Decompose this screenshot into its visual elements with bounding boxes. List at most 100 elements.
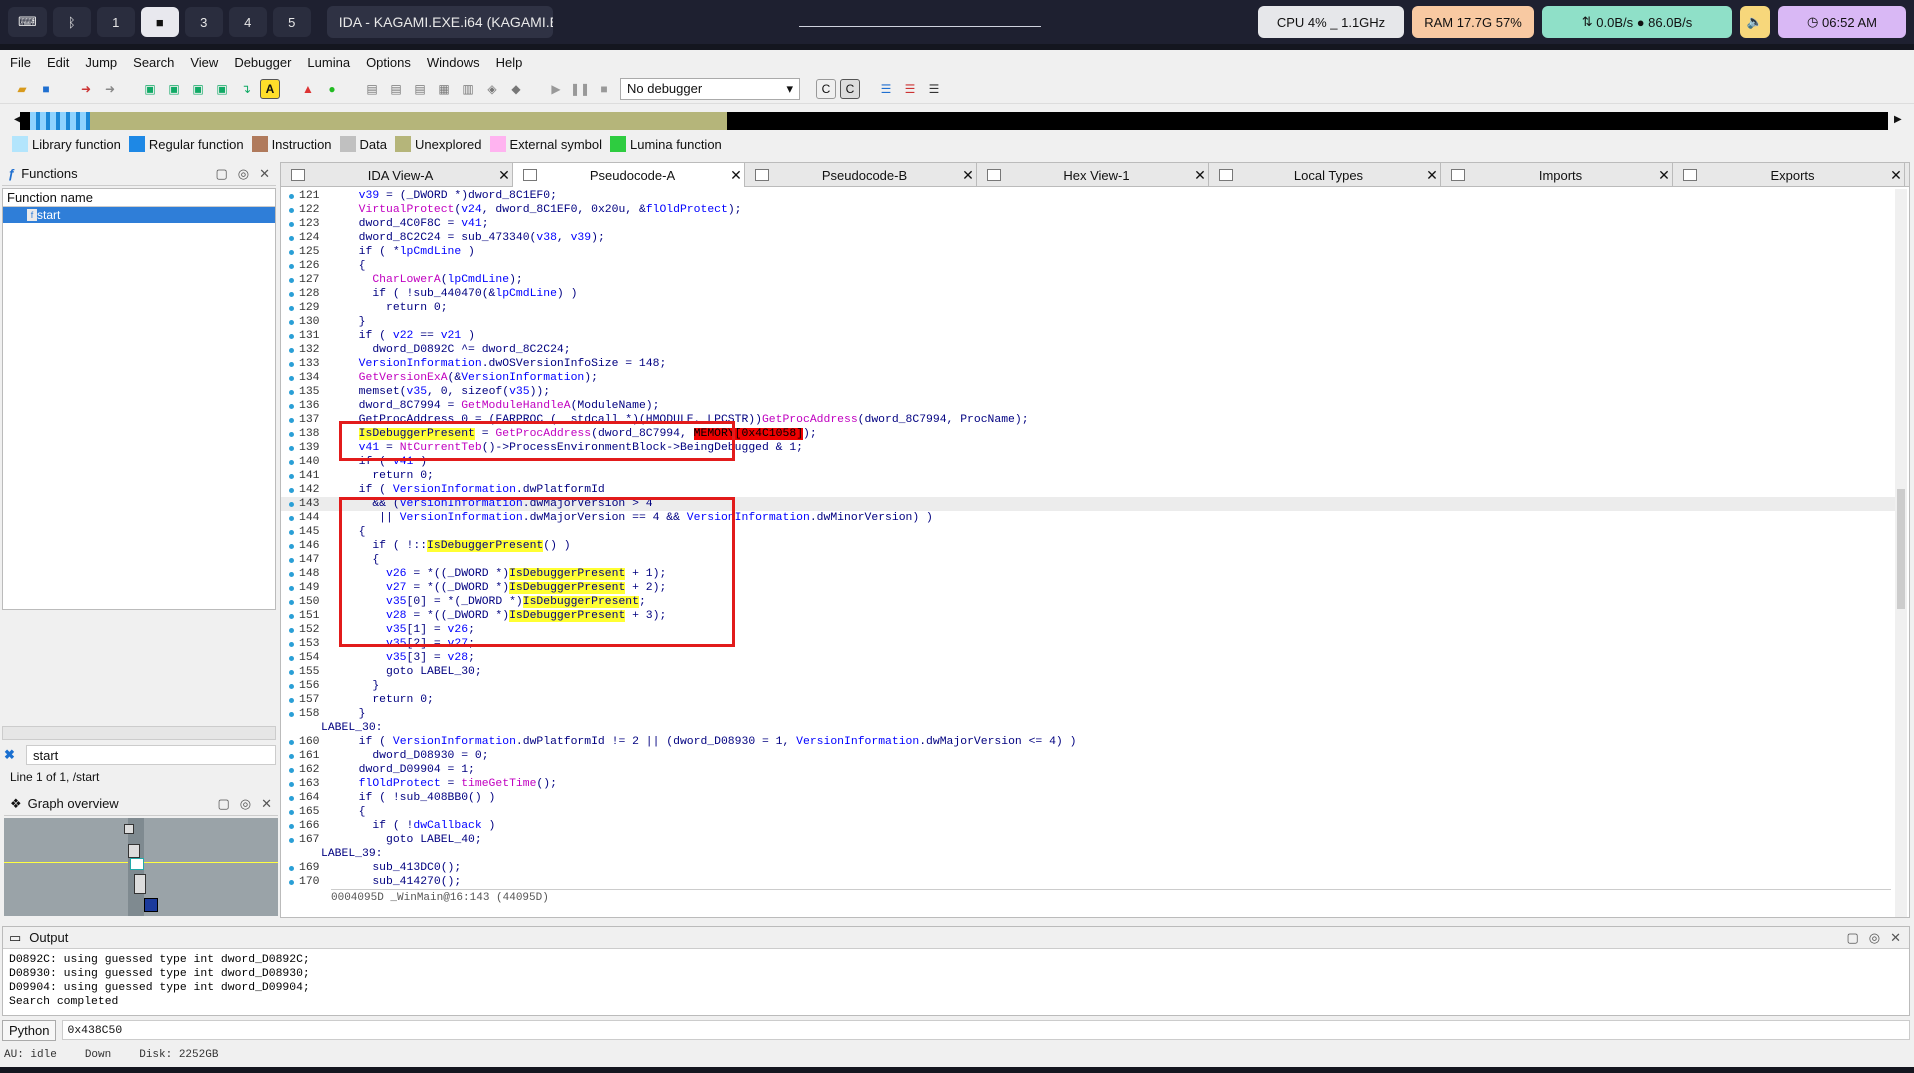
code-line[interactable]: 156 } xyxy=(281,679,1895,693)
menu-debugger[interactable]: Debugger xyxy=(232,53,293,72)
restore-icon[interactable]: ▢ xyxy=(1846,930,1858,946)
code-line[interactable]: 123 dword_4C0F8C = v41; xyxy=(281,217,1895,231)
float-icon[interactable]: ◎ xyxy=(238,166,249,182)
open-folder-icon[interactable]: ▰ xyxy=(12,79,32,99)
float-icon[interactable]: ◎ xyxy=(240,796,251,812)
run-icon[interactable]: ▶ xyxy=(546,79,566,99)
workspace-5[interactable]: 5 xyxy=(272,7,311,37)
speaker-icon[interactable]: 🔈 xyxy=(1740,6,1770,38)
binary-icon[interactable]: ▣ xyxy=(140,79,160,99)
close-icon[interactable]: ✕ xyxy=(1192,167,1208,184)
menu-jump[interactable]: Jump xyxy=(83,53,119,72)
stop-icon[interactable]: ■ xyxy=(594,79,614,99)
enum-icon[interactable]: ▤ xyxy=(410,79,430,99)
xref-icon[interactable]: ▥ xyxy=(458,79,478,99)
code-line[interactable]: 122 VirtualProtect(v24, dword_8C1EF0, 0x… xyxy=(281,203,1895,217)
code-line[interactable]: 130 } xyxy=(281,315,1895,329)
menu-view[interactable]: View xyxy=(188,53,220,72)
code-line[interactable]: 132 dword_D0892C ^= dword_8C2C24; xyxy=(281,343,1895,357)
code-line[interactable]: 128 if ( !sub_440470(&lpCmdLine) ) xyxy=(281,287,1895,301)
back-icon[interactable]: ➜ xyxy=(76,79,96,99)
python-language-button[interactable]: Python xyxy=(2,1019,57,1041)
restore-icon[interactable]: ▢ xyxy=(217,796,229,812)
graph-overview-canvas[interactable] xyxy=(4,818,278,916)
bluetooth-icon[interactable]: ᛒ xyxy=(52,7,91,37)
string-icon[interactable]: A xyxy=(260,78,280,99)
tab-ida-view-a[interactable]: IDA View-A ✕ xyxy=(281,163,513,187)
code-line[interactable]: 167 goto LABEL_40; xyxy=(281,833,1895,847)
code-line[interactable]: 170 sub_414270(); xyxy=(281,875,1895,889)
code-line[interactable]: LABEL_39: xyxy=(281,847,1895,861)
list-indent-icon[interactable]: ☰ xyxy=(924,79,944,99)
tab-pseudocode-a[interactable]: Pseudocode-A ✕ xyxy=(513,163,745,187)
code-line[interactable]: 164 if ( !sub_408BB0() ) xyxy=(281,791,1895,805)
close-icon[interactable]: ✕ xyxy=(728,167,744,184)
close-icon[interactable]: ✕ xyxy=(261,796,272,812)
menu-help[interactable]: Help xyxy=(494,53,525,72)
list-icon[interactable]: ☰ xyxy=(876,79,896,99)
code-line[interactable]: 133 VersionInformation.dwOSVersionInfoSi… xyxy=(281,357,1895,371)
workspace-4[interactable]: 4 xyxy=(228,7,267,37)
pause-icon[interactable]: ❚❚ xyxy=(570,79,590,99)
clear-search-icon[interactable]: ✖ xyxy=(4,747,18,763)
plugin-icon[interactable]: ◆ xyxy=(506,79,526,99)
tab-local-types[interactable]: Local Types ✕ xyxy=(1209,163,1441,187)
pseudocode-scrollbar[interactable] xyxy=(1895,189,1907,917)
menu-file[interactable]: File xyxy=(8,53,33,72)
restore-icon[interactable]: ▢ xyxy=(215,166,227,182)
code-line[interactable]: 158 } xyxy=(281,707,1895,721)
structure-icon[interactable]: ▤ xyxy=(386,79,406,99)
nav-right-icon[interactable]: ▶ xyxy=(1894,114,1902,125)
close-icon[interactable]: ✕ xyxy=(1890,930,1901,946)
close-icon[interactable]: ✕ xyxy=(1424,167,1440,184)
segment-icon[interactable]: ▤ xyxy=(362,79,382,99)
code-line[interactable]: 129 return 0; xyxy=(281,301,1895,315)
code-line[interactable]: 155 goto LABEL_30; xyxy=(281,665,1895,679)
functions-scrollbar[interactable] xyxy=(2,726,276,740)
menu-search[interactable]: Search xyxy=(131,53,176,72)
menu-edit[interactable]: Edit xyxy=(45,53,71,72)
functions-column-header[interactable]: Function name xyxy=(3,189,275,207)
data-icon[interactable]: ▣ xyxy=(188,79,208,99)
forward-icon[interactable]: ➜ xyxy=(100,79,120,99)
menu-windows[interactable]: Windows xyxy=(425,53,482,72)
code-line[interactable]: 121 v39 = (_DWORD *)dword_8C1EF0; xyxy=(281,189,1895,203)
scrollbar-thumb[interactable] xyxy=(1897,489,1905,609)
code-line[interactable]: 165 { xyxy=(281,805,1895,819)
graph-icon[interactable]: ▦ xyxy=(434,79,454,99)
script-icon[interactable]: ◈ xyxy=(482,79,502,99)
output-text[interactable]: D0892C: using guessed type int dword_D08… xyxy=(3,949,1909,1013)
code-line[interactable]: 160 if ( VersionInformation.dwPlatformId… xyxy=(281,735,1895,749)
tab-pseudocode-b[interactable]: Pseudocode-B ✕ xyxy=(745,163,977,187)
close-icon[interactable]: ✕ xyxy=(960,167,976,184)
lumina-icon[interactable]: ● xyxy=(322,79,342,99)
close-icon[interactable]: ✕ xyxy=(496,167,512,184)
undefine-icon[interactable]: ▣ xyxy=(212,79,232,99)
code-line[interactable]: LABEL_30: xyxy=(281,721,1895,735)
code-line[interactable]: 141 return 0; xyxy=(281,469,1895,483)
close-icon[interactable]: ✕ xyxy=(259,166,270,182)
workspace-3[interactable]: 3 xyxy=(184,7,223,37)
code-line[interactable]: 162 dword_D09904 = 1; xyxy=(281,763,1895,777)
python-input[interactable]: 0x438C50 xyxy=(62,1020,1910,1040)
code-line[interactable]: 166 if ( !dwCallback ) xyxy=(281,819,1895,833)
close-icon[interactable]: ✕ xyxy=(1888,167,1904,184)
code-line[interactable]: 124 dword_8C2C24 = sub_473340(v38, v39); xyxy=(281,231,1895,245)
float-icon[interactable]: ◎ xyxy=(1869,930,1880,946)
code-icon[interactable]: ▣ xyxy=(164,79,184,99)
jump-icon[interactable]: ↴ xyxy=(236,79,256,99)
functions-list[interactable]: Function name f start xyxy=(2,188,276,610)
code-line[interactable]: 127 CharLowerA(lpCmdLine); xyxy=(281,273,1895,287)
workspace-2[interactable]: ■ xyxy=(140,7,179,37)
code-line[interactable]: 131 if ( v22 == v21 ) xyxy=(281,329,1895,343)
debugger-select[interactable]: No debugger ▾ xyxy=(620,77,800,100)
list-red-icon[interactable]: ☰ xyxy=(900,79,920,99)
tab-hex-view-1[interactable]: Hex View-1 ✕ xyxy=(977,163,1209,187)
code-line[interactable]: 157 return 0; xyxy=(281,693,1895,707)
tab-imports[interactable]: Imports ✕ xyxy=(1441,163,1673,187)
c-active-icon[interactable]: C xyxy=(840,78,860,99)
code-line[interactable]: 135 memset(v35, 0, sizeof(v35)); xyxy=(281,385,1895,399)
tab-exports[interactable]: Exports ✕ xyxy=(1673,163,1905,187)
code-line[interactable]: 125 if ( *lpCmdLine ) xyxy=(281,245,1895,259)
code-line[interactable]: 169 sub_413DC0(); xyxy=(281,861,1895,875)
